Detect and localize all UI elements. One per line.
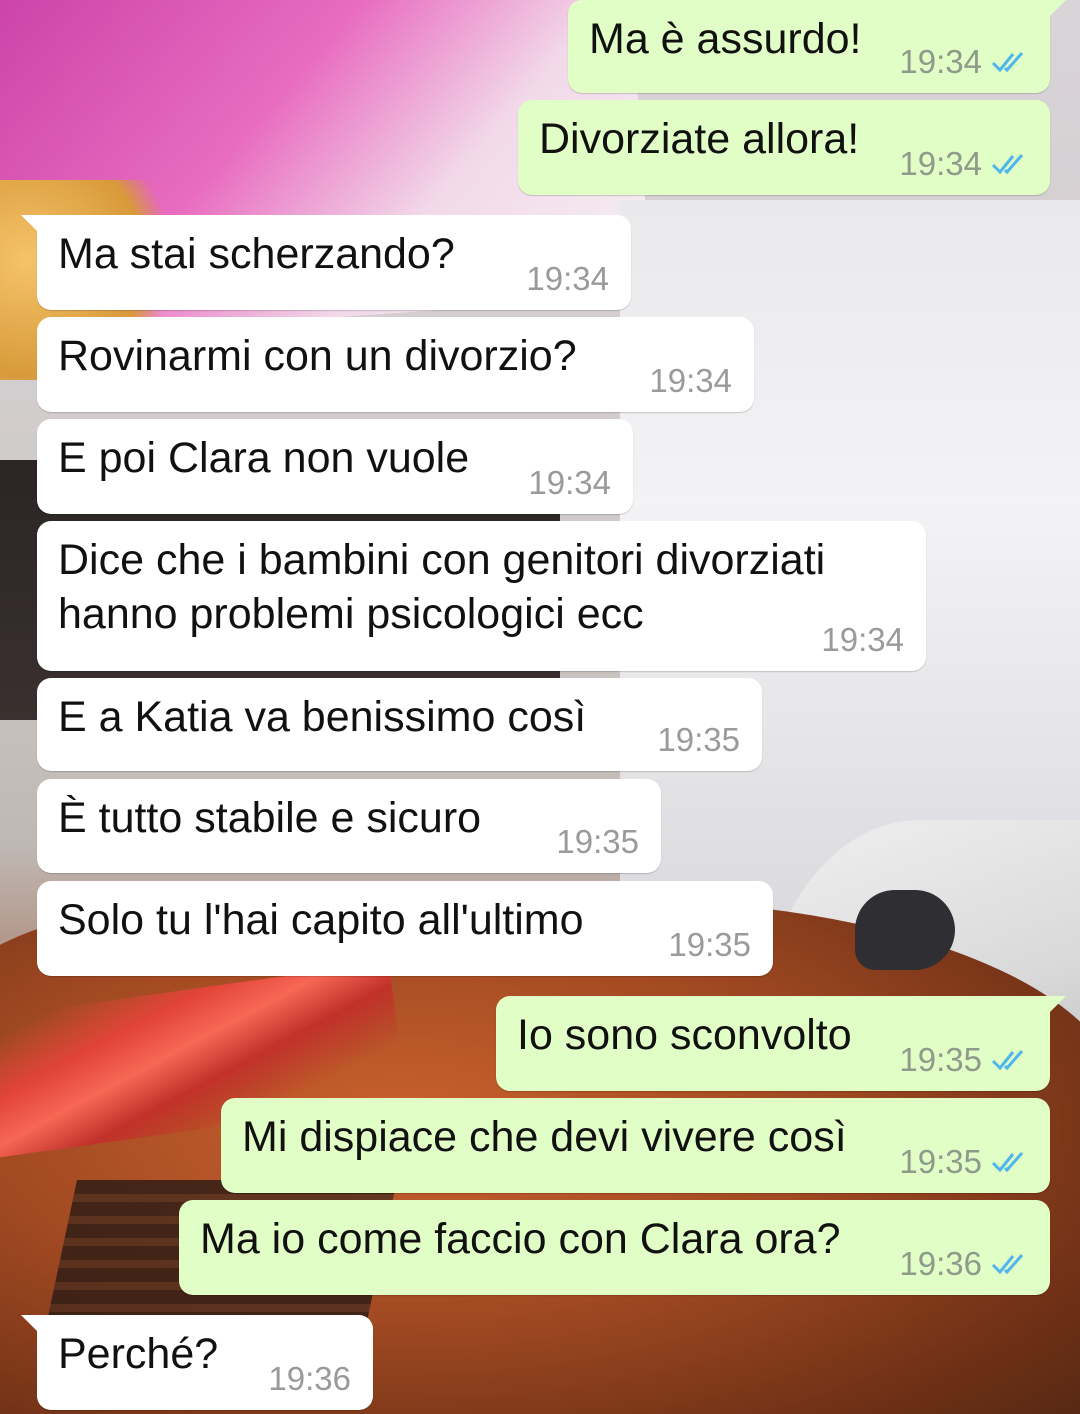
message-time: 19:35 xyxy=(899,1041,982,1078)
message-time: 19:34 xyxy=(528,464,611,501)
message-time: 19:36 xyxy=(268,1360,351,1397)
message-meta: 19:34 xyxy=(649,362,732,400)
message-meta: 19:36 xyxy=(268,1360,351,1398)
message-meta: 19:34 xyxy=(528,464,611,502)
message-meta: 19:34 xyxy=(899,145,1030,183)
message-meta: 19:35 xyxy=(657,721,740,759)
double-check-read-icon xyxy=(991,1254,1024,1275)
message-text: E a Katia va benissimo così xyxy=(58,693,587,741)
message-time: 19:34 xyxy=(899,43,982,80)
double-check-read-icon xyxy=(991,1152,1024,1173)
message-meta: 19:34 xyxy=(899,43,1030,81)
message-time: 19:34 xyxy=(899,145,982,182)
message-text: Solo tu l'hai capito all'ultimo xyxy=(58,896,584,944)
double-check-read-icon xyxy=(991,1050,1024,1071)
message-meta: 19:35 xyxy=(668,926,751,964)
message-time: 19:34 xyxy=(649,362,732,399)
message-text: È tutto stabile e sicuro xyxy=(58,794,482,842)
message-outgoing[interactable]: Mi dispiace che devi vivere così 19:35 xyxy=(221,1098,1050,1193)
message-incoming[interactable]: È tutto stabile e sicuro 19:35 xyxy=(37,779,661,873)
message-time: 19:35 xyxy=(657,721,740,758)
message-incoming[interactable]: E poi Clara non vuole 19:34 xyxy=(37,419,633,514)
message-time: 19:35 xyxy=(899,1143,982,1180)
message-outgoing[interactable]: Ma è assurdo! 19:34 xyxy=(568,0,1066,93)
message-outgoing[interactable]: Ma io come faccio con Clara ora? 19:36 xyxy=(179,1200,1050,1295)
message-meta: 19:36 xyxy=(899,1245,1030,1283)
message-incoming[interactable]: Perché? 19:36 xyxy=(21,1315,373,1410)
double-check-read-icon xyxy=(991,154,1024,175)
message-incoming[interactable]: Solo tu l'hai capito all'ultimo 19:35 xyxy=(37,881,773,976)
message-time: 19:34 xyxy=(821,621,904,658)
message-meta: 19:34 xyxy=(526,260,609,298)
double-check-read-icon xyxy=(991,52,1024,73)
message-meta: 19:35 xyxy=(556,823,639,861)
message-text: Rovinarmi con un divorzio? xyxy=(58,332,577,380)
message-time: 19:35 xyxy=(668,926,751,963)
message-time: 19:36 xyxy=(899,1245,982,1282)
message-outgoing[interactable]: Divorziate allora! 19:34 xyxy=(518,100,1050,195)
message-text: Dice che i bambini con genitori divorzia… xyxy=(58,536,826,638)
message-list: Ma è assurdo! 19:34 Divorziate allora! 1… xyxy=(0,0,1080,1414)
message-time: 19:34 xyxy=(526,260,609,297)
message-meta: 19:35 xyxy=(899,1041,1030,1079)
message-meta: 19:35 xyxy=(899,1143,1030,1181)
message-time: 19:35 xyxy=(556,823,639,860)
message-meta: 19:34 xyxy=(821,621,904,659)
message-incoming[interactable]: E a Katia va benissimo così 19:35 xyxy=(37,678,762,771)
message-incoming[interactable]: Rovinarmi con un divorzio? 19:34 xyxy=(37,317,754,412)
message-incoming[interactable]: Ma stai scherzando? 19:34 xyxy=(21,215,631,310)
message-incoming[interactable]: Dice che i bambini con genitori divorzia… xyxy=(37,521,926,671)
message-outgoing[interactable]: Io sono sconvolto 19:35 xyxy=(496,996,1066,1091)
